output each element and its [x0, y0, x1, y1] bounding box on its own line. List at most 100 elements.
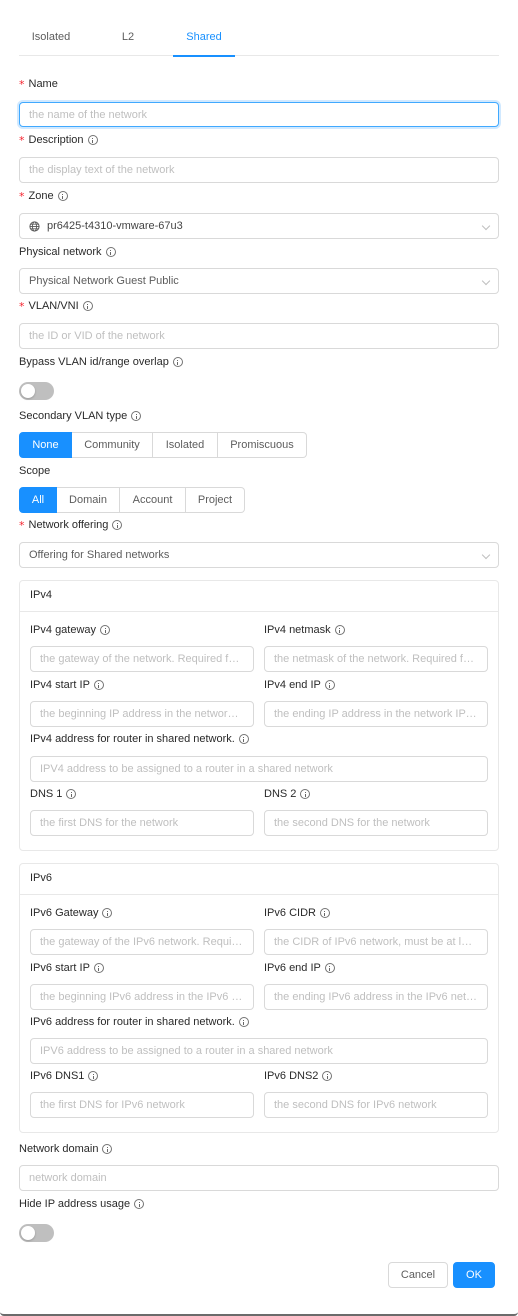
info-icon[interactable]: [172, 357, 183, 367]
dns1-input[interactable]: [30, 810, 254, 836]
ipv4-gateway-label: IPv4 gateway: [30, 622, 111, 638]
info-icon[interactable]: [102, 1144, 113, 1154]
scope-option-project[interactable]: Project: [186, 487, 245, 513]
required-marker: *: [19, 299, 25, 313]
zone-label: * Zone: [19, 188, 68, 204]
ipv4-gateway-input[interactable]: [30, 646, 254, 672]
info-icon[interactable]: [238, 1017, 249, 1027]
secondary-vlan-type-group: None Community Isolated Promiscuous: [19, 432, 307, 458]
info-icon[interactable]: [334, 625, 345, 635]
dns2-label: DNS 2: [264, 786, 311, 802]
chevron-down-icon: [481, 276, 491, 286]
vlan-label: * VLAN/VNI: [19, 298, 93, 314]
physical-network-value: Physical Network Guest Public: [29, 275, 179, 287]
network-offering-select[interactable]: Offering for Shared networks: [19, 542, 499, 568]
info-icon[interactable]: [324, 963, 335, 973]
info-icon[interactable]: [57, 191, 68, 201]
info-icon[interactable]: [238, 734, 249, 744]
ipv6-dns2-input[interactable]: [264, 1092, 488, 1118]
ok-button[interactable]: OK: [453, 1262, 495, 1288]
hide-ip-usage-toggle[interactable]: [19, 1224, 54, 1242]
ipv6-gateway-label: IPv6 Gateway: [30, 905, 113, 921]
toggle-knob: [21, 384, 35, 398]
required-marker: *: [19, 518, 25, 532]
ipv4-end-ip-input[interactable]: [264, 701, 488, 727]
physical-network-select[interactable]: Physical Network Guest Public: [19, 268, 499, 294]
required-marker: *: [19, 77, 25, 91]
ipv6-start-ip-label: IPv6 start IP: [30, 960, 104, 976]
network-domain-label: Network domain: [19, 1141, 113, 1157]
chevron-down-icon: [481, 550, 491, 560]
hide-ip-usage-label: Hide IP address usage: [19, 1196, 145, 1212]
network-offering-label: * Network offering: [19, 517, 123, 533]
info-icon[interactable]: [102, 908, 113, 918]
scope-option-domain[interactable]: Domain: [57, 487, 120, 513]
ipv6-card: IPv6 IPv6 Gateway IPv6 CIDR IPv6 start I…: [19, 863, 499, 1133]
info-icon[interactable]: [112, 520, 123, 530]
network-domain-input[interactable]: [19, 1165, 499, 1191]
scope-label: Scope: [19, 465, 51, 477]
name-label: * Name: [19, 77, 58, 91]
info-icon[interactable]: [131, 411, 142, 421]
name-input[interactable]: [19, 102, 499, 127]
description-input[interactable]: [19, 157, 499, 183]
ipv6-dns2-label: IPv6 DNS2: [264, 1068, 333, 1084]
description-label: * Description: [19, 132, 98, 148]
vlan-input[interactable]: [19, 323, 499, 349]
info-icon[interactable]: [134, 1199, 145, 1209]
dns1-label: DNS 1: [30, 786, 77, 802]
scope-option-all[interactable]: All: [19, 487, 57, 513]
toggle-knob: [21, 1226, 35, 1240]
scope-group: All Domain Account Project: [19, 487, 245, 513]
ipv6-end-ip-input[interactable]: [264, 984, 488, 1010]
ipv4-router-ip-label: IPv4 address for router in shared networ…: [30, 731, 249, 747]
ipv6-router-ip-label: IPv6 address for router in shared networ…: [30, 1014, 249, 1030]
ipv4-netmask-input[interactable]: [264, 646, 488, 672]
info-icon[interactable]: [319, 908, 330, 918]
info-icon[interactable]: [100, 625, 111, 635]
ipv6-router-ip-input[interactable]: [30, 1038, 488, 1064]
bypass-vlan-label: Bypass VLAN id/range overlap: [19, 354, 183, 370]
create-network-dialog: Isolated L2 Shared * Name * Description …: [0, 0, 518, 1316]
ipv4-router-ip-input[interactable]: [30, 756, 488, 782]
info-icon[interactable]: [300, 789, 311, 799]
tab-shared[interactable]: Shared: [173, 22, 235, 57]
info-icon[interactable]: [88, 1071, 99, 1081]
secondary-vlan-option-isolated[interactable]: Isolated: [153, 432, 218, 458]
secondary-vlan-type-label: Secondary VLAN type: [19, 408, 142, 424]
info-icon[interactable]: [322, 1071, 333, 1081]
ipv6-cidr-input[interactable]: [264, 929, 488, 955]
physical-network-label: Physical network: [19, 244, 116, 260]
secondary-vlan-option-community[interactable]: Community: [72, 432, 153, 458]
ipv4-start-ip-label: IPv4 start IP: [30, 677, 104, 693]
dns2-input[interactable]: [264, 810, 488, 836]
info-icon[interactable]: [324, 680, 335, 690]
ipv6-end-ip-label: IPv6 end IP: [264, 960, 335, 976]
secondary-vlan-option-none[interactable]: None: [19, 432, 72, 458]
zone-select[interactable]: pr6425-t4310-vmware-67u3: [19, 213, 499, 239]
info-icon[interactable]: [93, 680, 104, 690]
ipv4-netmask-label: IPv4 netmask: [264, 622, 345, 638]
ipv6-card-title: IPv6: [20, 864, 498, 895]
bypass-vlan-toggle[interactable]: [19, 382, 54, 400]
ipv6-gateway-input[interactable]: [30, 929, 254, 955]
ipv6-dns1-label: IPv6 DNS1: [30, 1068, 99, 1084]
tab-isolated[interactable]: Isolated: [19, 22, 83, 56]
secondary-vlan-option-promiscuous[interactable]: Promiscuous: [218, 432, 307, 458]
ipv4-start-ip-input[interactable]: [30, 701, 254, 727]
info-icon[interactable]: [105, 247, 116, 257]
scope-option-account[interactable]: Account: [120, 487, 186, 513]
chevron-down-icon: [481, 221, 491, 231]
info-icon[interactable]: [66, 789, 77, 799]
globe-icon: [29, 220, 40, 232]
ipv4-end-ip-label: IPv4 end IP: [264, 677, 335, 693]
ipv6-dns1-input[interactable]: [30, 1092, 254, 1118]
info-icon[interactable]: [93, 963, 104, 973]
zone-value: pr6425-t4310-vmware-67u3: [47, 220, 183, 232]
cancel-button[interactable]: Cancel: [388, 1262, 448, 1288]
required-marker: *: [19, 133, 25, 147]
info-icon[interactable]: [82, 301, 93, 311]
tab-l2[interactable]: L2: [98, 22, 158, 56]
ipv6-start-ip-input[interactable]: [30, 984, 254, 1010]
info-icon[interactable]: [87, 135, 98, 145]
